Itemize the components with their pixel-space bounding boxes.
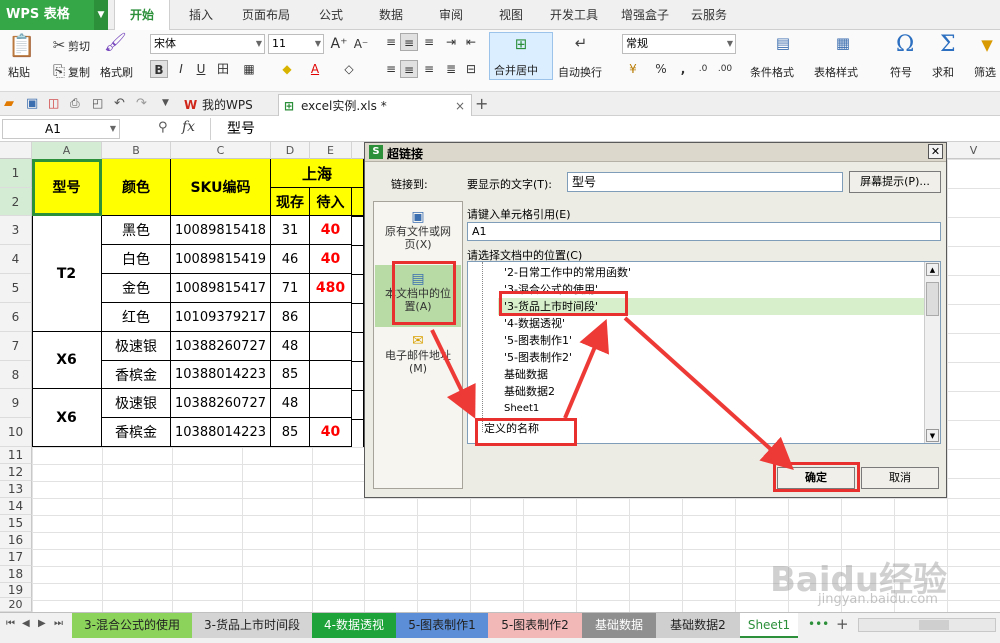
sheet-tab-active[interactable]: Sheet1 — [740, 613, 798, 638]
sheet-tab[interactable]: 4-数据透视 — [312, 613, 396, 638]
scroll-thumb[interactable] — [919, 620, 949, 630]
add-sheet-icon[interactable]: + — [836, 615, 849, 633]
arrow-defined-to-target — [563, 318, 609, 419]
prev-sheet-icon[interactable]: ◀ — [22, 618, 30, 629]
arrow-nav-to-defined — [430, 329, 476, 419]
sheet-tab[interactable]: 5-图表制作2 — [488, 613, 582, 638]
next-sheet-icon[interactable]: ▶ — [38, 618, 46, 629]
sheet-tab[interactable]: 3-混合公式的使用 — [72, 613, 192, 638]
sheet-tab[interactable]: 基础数据 — [582, 613, 656, 638]
horizontal-scrollbar[interactable] — [858, 618, 996, 632]
arrow-target-to-ok — [623, 316, 794, 471]
last-sheet-icon[interactable]: ⏭ — [54, 618, 63, 629]
sheet-tab[interactable]: 基础数据2 — [656, 613, 740, 638]
annotation-arrows — [430, 316, 794, 471]
sheet-tab[interactable]: 5-图表制作1 — [396, 613, 488, 638]
watermark-url: jingyan.baidu.com — [818, 592, 938, 607]
sheet-tab[interactable]: 3-货品上市时间段 — [192, 613, 312, 638]
more-sheets-icon[interactable]: ••• — [808, 617, 829, 631]
first-sheet-icon[interactable]: ⏮ — [6, 618, 15, 629]
